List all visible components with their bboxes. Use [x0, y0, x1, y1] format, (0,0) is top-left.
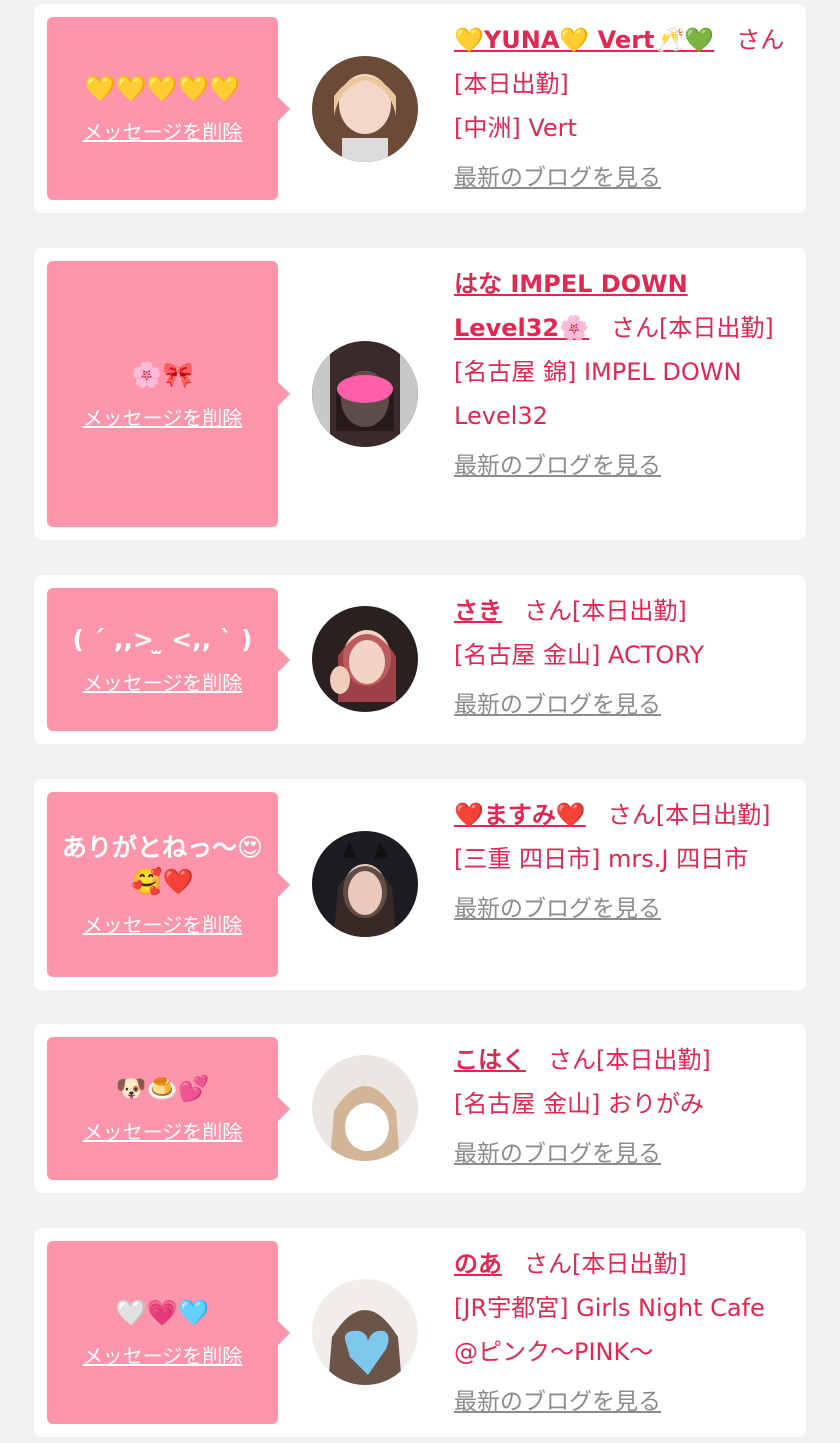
cast-name-link[interactable]: ❤️ますみ❤️	[454, 801, 586, 829]
message-text: 🤍💗🩵	[115, 1298, 210, 1327]
latest-blog-link[interactable]: 最新のブログを見る	[454, 1132, 661, 1176]
area-shop: [名古屋 金山] ACTORY	[454, 641, 705, 669]
message-bubble: ありがとねっ〜😍🥰❤️ メッセージを削除	[47, 792, 290, 977]
message-card: 🐶🍮💕 メッセージを削除 こはく さん[本日出勤] [名古屋 金山] おりがみ 最…	[34, 1024, 806, 1193]
san-suffix: さん	[611, 314, 659, 342]
today-badge: [本日出勤]	[655, 801, 771, 829]
area-shop: [中洲] Vert	[454, 114, 577, 142]
delete-message-link[interactable]: メッセージを削除	[83, 1116, 243, 1145]
avatar[interactable]	[312, 606, 418, 712]
profile-photo-icon	[312, 831, 418, 937]
avatar[interactable]	[312, 341, 418, 447]
area-shop: [名古屋 金山] おりがみ	[454, 1090, 704, 1118]
message-text: 💛💛💛💛💛	[84, 74, 241, 103]
profile-photo-icon	[312, 56, 418, 162]
message-card: 🤍💗🩵 メッセージを削除 のあ さん[本日出勤] [JR宇都宮] Girls Ni…	[34, 1228, 806, 1437]
message-bubble: 🌸🎀 メッセージを削除	[47, 261, 290, 527]
avatar[interactable]	[312, 1279, 418, 1385]
delete-message-link[interactable]: メッセージを削除	[83, 909, 243, 938]
latest-blog-link[interactable]: 最新のブログを見る	[454, 444, 661, 488]
today-badge: [本日出勤]	[596, 1046, 711, 1074]
delete-message-link[interactable]: メッセージを削除	[83, 667, 243, 696]
cast-name-link[interactable]: さき	[454, 597, 502, 625]
delete-message-link[interactable]: メッセージを削除	[83, 402, 243, 431]
card-info: のあ さん[本日出勤] [JR宇都宮] Girls Night Cafe @ピンク…	[454, 1242, 796, 1424]
area-shop: [三重 四日市] mrs.J 四日市	[454, 845, 749, 873]
card-info: こはく さん[本日出勤] [名古屋 金山] おりがみ 最新のブログを見る	[454, 1038, 796, 1176]
cast-name-link[interactable]: 💛YUNA💛 Vert🥂💚	[454, 26, 714, 54]
message-text: 🐶🍮💕	[115, 1074, 210, 1103]
message-bubble: 🤍💗🩵 メッセージを削除	[47, 1241, 290, 1424]
today-badge: [本日出勤]	[572, 1250, 687, 1278]
profile-photo-icon	[312, 606, 418, 712]
delete-message-link[interactable]: メッセージを削除	[83, 116, 243, 145]
latest-blog-link[interactable]: 最新のブログを見る	[454, 156, 661, 200]
message-bubble: ( ´ ,,> ̫ <,, ` ) メッセージを削除	[47, 588, 290, 731]
latest-blog-link[interactable]: 最新のブログを見る	[454, 887, 661, 931]
san-suffix: さん	[548, 1046, 596, 1074]
san-suffix: さん	[524, 597, 572, 625]
profile-photo-icon	[312, 1279, 418, 1385]
latest-blog-link[interactable]: 最新のブログを見る	[454, 1380, 661, 1424]
area-shop: [JR宇都宮] Girls Night Cafe @ピンク〜PINK〜	[454, 1294, 765, 1366]
cast-name-link[interactable]: のあ	[454, 1250, 502, 1278]
delete-message-link[interactable]: メッセージを削除	[83, 1340, 243, 1369]
today-badge: [本日出勤]	[454, 70, 569, 98]
avatar[interactable]	[312, 831, 418, 937]
avatar[interactable]	[312, 1055, 418, 1161]
message-card: ありがとねっ〜😍🥰❤️ メッセージを削除 ❤️ますみ❤️ さん[本日出勤] [三重…	[34, 779, 806, 990]
message-card: 🌸🎀 メッセージを削除 はな IMPEL DOWN Level32🌸 さん[本日出…	[34, 248, 806, 540]
profile-photo-icon	[312, 1055, 418, 1161]
message-text: 🌸🎀	[131, 359, 194, 389]
san-suffix: さん	[607, 801, 656, 829]
san-suffix: さん	[524, 1250, 572, 1278]
san-suffix: さん	[736, 26, 785, 54]
message-bubble: 🐶🍮💕 メッセージを削除	[47, 1037, 290, 1180]
today-badge: [本日出勤]	[659, 314, 774, 342]
message-card: ( ´ ,,> ̫ <,, ` ) メッセージを削除 さき さん[本日出勤] [名…	[34, 575, 806, 744]
area-shop: [名古屋 錦] IMPEL DOWN Level32	[454, 358, 742, 430]
profile-photo-icon	[312, 341, 418, 447]
avatar[interactable]	[312, 56, 418, 162]
card-info: はな IMPEL DOWN Level32🌸 さん[本日出勤] [名古屋 錦] I…	[454, 262, 796, 488]
card-info: さき さん[本日出勤] [名古屋 金山] ACTORY 最新のブログを見る	[454, 589, 796, 727]
latest-blog-link[interactable]: 最新のブログを見る	[454, 683, 661, 727]
card-info: ❤️ますみ❤️ さん[本日出勤] [三重 四日市] mrs.J 四日市 最新のブロ…	[454, 793, 796, 931]
message-text: ありがとねっ〜😍🥰❤️	[61, 833, 264, 896]
today-badge: [本日出勤]	[572, 597, 687, 625]
card-info: 💛YUNA💛 Vert🥂💚 さん [本日出勤] [中洲] Vert 最新のブログを見…	[454, 18, 796, 200]
message-text: ( ´ ,,> ̫ <,, ` )	[72, 625, 253, 654]
cast-name-link[interactable]: こはく	[454, 1046, 526, 1074]
message-card: 💛💛💛💛💛 メッセージを削除 💛YUNA💛 Vert🥂💚 さん [本日出勤] [中洲…	[34, 4, 806, 213]
message-bubble: 💛💛💛💛💛 メッセージを削除	[47, 17, 290, 200]
